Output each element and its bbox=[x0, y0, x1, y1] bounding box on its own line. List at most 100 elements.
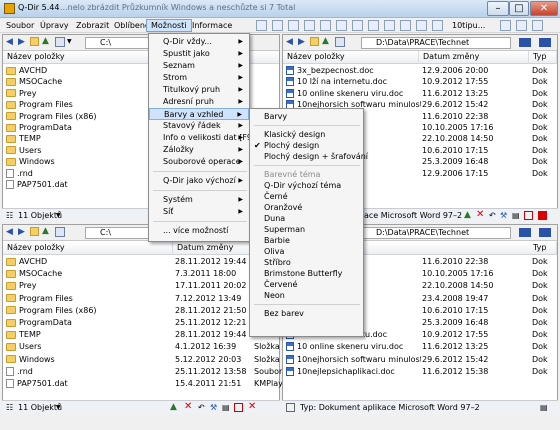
layout-icon[interactable] bbox=[432, 20, 443, 31]
up-icon[interactable]: ▲ bbox=[464, 209, 471, 222]
menu-item[interactable]: Neon bbox=[250, 290, 363, 302]
layout-icon[interactable] bbox=[320, 20, 331, 31]
close-pane-icon[interactable]: ✕ bbox=[248, 400, 256, 413]
list-item[interactable]: 3x_bezpecnost.doc 12.9.2006 20:00 Dok bbox=[283, 65, 557, 76]
chevron-down-icon[interactable]: ▼ bbox=[67, 38, 72, 45]
layout-icon[interactable] bbox=[288, 20, 299, 31]
checkbox-icon[interactable] bbox=[286, 403, 295, 412]
menu-item[interactable]: Strom ▶ bbox=[149, 72, 249, 84]
list-item[interactable]: AVCHD28.11.2012 19:44Složka so bbox=[3, 256, 291, 267]
layout-icon[interactable] bbox=[272, 20, 283, 31]
delete-icon[interactable]: ✕ bbox=[476, 208, 484, 221]
menu-item[interactable]: Síť ▶ bbox=[149, 206, 249, 218]
path-input[interactable]: C:\ bbox=[85, 37, 150, 49]
properties-icon[interactable]: ▤ bbox=[512, 209, 520, 222]
chevron-down-icon[interactable]: ▼ bbox=[56, 401, 61, 414]
view-icon[interactable] bbox=[55, 37, 65, 47]
view-icon[interactable] bbox=[55, 227, 65, 237]
quick-folder[interactable]: 10tipu... bbox=[448, 19, 489, 32]
undo-icon[interactable]: ↶ bbox=[198, 401, 205, 414]
menu-item[interactable]: Stavový řádek ▶ bbox=[149, 120, 249, 132]
layout-icon[interactable] bbox=[304, 20, 315, 31]
column-name[interactable]: Název položky bbox=[3, 242, 173, 255]
properties-icon[interactable]: ▤ bbox=[540, 401, 548, 414]
stop-icon[interactable] bbox=[234, 403, 243, 412]
menu-item[interactable]: Q-Dir jako výchozí ▶ bbox=[149, 175, 249, 187]
menu-item[interactable]: ... více možností bbox=[149, 225, 249, 237]
layout-icon[interactable] bbox=[532, 20, 543, 31]
column-name[interactable]: Název položky bbox=[3, 51, 163, 64]
menu-item[interactable]: Plochý design + šrafování bbox=[250, 151, 368, 163]
chevron-down-icon[interactable]: ▼ bbox=[56, 209, 61, 222]
list-item[interactable]: 10 online skeneru viru.doc 11.6.2012 13:2… bbox=[283, 88, 557, 99]
back-icon[interactable]: ◀ bbox=[6, 37, 13, 47]
column-type[interactable]: Typ bbox=[529, 242, 557, 255]
menu-item[interactable]: Systém ▶ bbox=[149, 194, 249, 206]
maximize-button[interactable]: □ bbox=[509, 1, 529, 16]
close-pane-icon[interactable] bbox=[538, 211, 547, 220]
folder-up-icon[interactable] bbox=[310, 37, 319, 46]
properties-icon[interactable]: ▤ bbox=[222, 401, 230, 414]
list-item[interactable]: 10nejhorsich softwaru minulosti.doc29.6.… bbox=[283, 354, 557, 365]
list-item[interactable]: Program Files7.12.2012 13:49Složka so bbox=[3, 293, 291, 304]
list-item[interactable]: 10nejlepsichaplikaci.doc 11.6.2012 15:38 D… bbox=[283, 366, 557, 377]
menu-item[interactable]: Spustit jako ▶ bbox=[149, 48, 249, 60]
list-item[interactable]: TEMP28.11.2012 19:44Složka so bbox=[3, 329, 291, 340]
up-icon[interactable]: ▲ bbox=[170, 401, 177, 414]
view-mode-icon[interactable] bbox=[519, 228, 531, 237]
list-item[interactable]: PAP7501.dat 15.4.2011 21:51 KMPlayer bbox=[3, 378, 291, 389]
layout-icon[interactable] bbox=[368, 20, 379, 31]
path-input[interactable]: D:\Data\PRACE\Technet bbox=[361, 227, 511, 239]
menu-item[interactable]: Adresní pruh ▶ bbox=[149, 96, 249, 108]
list-item[interactable]: Users 4.1.2012 16:39 Složka so bbox=[3, 341, 291, 352]
view-mode-icon[interactable] bbox=[519, 38, 531, 47]
menu-upravy[interactable]: Úpravy bbox=[36, 19, 73, 32]
menu-item[interactable]: Souborové operace ▶ bbox=[149, 156, 249, 168]
up-icon[interactable]: ▲ bbox=[42, 36, 49, 46]
list-item[interactable]: Program Files (x86)28.11.2012 21:50Složk… bbox=[3, 305, 291, 316]
layout-icon[interactable] bbox=[500, 20, 511, 31]
menu-soubor[interactable]: Soubor bbox=[2, 19, 38, 32]
close-button[interactable]: ✕ bbox=[530, 1, 558, 16]
menu-item[interactable]: Titulkový pruh ▶ bbox=[149, 84, 249, 96]
layout-icon[interactable] bbox=[416, 20, 427, 31]
layout-icon[interactable] bbox=[516, 20, 527, 31]
menu-item[interactable]: Info o velikosti dat [F9] ▶ bbox=[149, 132, 255, 144]
undo-icon[interactable]: ↶ bbox=[489, 209, 496, 222]
menu-moznosti[interactable]: Možnosti bbox=[146, 19, 192, 32]
back-icon[interactable]: ◀ bbox=[286, 37, 293, 47]
forward-icon[interactable]: ▶ bbox=[18, 37, 25, 47]
layout-icon[interactable] bbox=[336, 20, 347, 31]
column-name[interactable]: Název položky bbox=[283, 51, 419, 64]
list-item[interactable]: ProgramData25.11.2012 12:21Složka so bbox=[3, 317, 291, 328]
path-input[interactable]: C:\ bbox=[85, 227, 150, 239]
list-item[interactable]: .rnd 25.11.2012 13:58 Soubor RI bbox=[3, 366, 293, 377]
view-mode-icon[interactable] bbox=[539, 38, 551, 47]
list-item[interactable]: Prey17.11.2011 20:02Složka so bbox=[3, 280, 291, 291]
menu-informace[interactable]: Informace bbox=[188, 19, 236, 32]
menu-item[interactable]: Barvy a vzhled ▶ bbox=[149, 108, 249, 120]
back-icon[interactable]: ◀ bbox=[6, 227, 13, 237]
delete-icon[interactable]: ✕ bbox=[184, 400, 192, 413]
forward-icon[interactable]: ▶ bbox=[298, 37, 305, 47]
up-icon[interactable]: ▲ bbox=[322, 36, 329, 46]
list-item[interactable]: 10 online skeneru viru.doc 11.6.2012 13:2… bbox=[283, 341, 557, 352]
menu-item[interactable]: Seznam ▶ bbox=[149, 60, 249, 72]
tools-icon[interactable]: ⚒ bbox=[210, 401, 217, 414]
folder-up-icon[interactable] bbox=[30, 37, 39, 46]
path-input[interactable]: D:\Data\PRACE\Technet bbox=[361, 37, 511, 49]
layout-icon[interactable] bbox=[384, 20, 395, 31]
column-date[interactable]: Datum změny bbox=[173, 242, 251, 255]
menu-item[interactable]: Barvy bbox=[250, 111, 363, 123]
folder-up-icon[interactable] bbox=[30, 227, 39, 236]
up-icon[interactable]: ▲ bbox=[42, 226, 49, 236]
layout-icon[interactable] bbox=[256, 20, 267, 31]
menu-item[interactable]: Záložky ▶ bbox=[149, 144, 249, 156]
view-icon[interactable] bbox=[335, 37, 345, 47]
column-type[interactable]: Typ bbox=[529, 51, 557, 64]
layout-icon[interactable] bbox=[400, 20, 411, 31]
stop-icon[interactable] bbox=[524, 211, 533, 220]
layout-icon[interactable] bbox=[352, 20, 363, 31]
list-item[interactable]: 10 lží na internetu.doc 10.9.2012 17:55 Do… bbox=[283, 76, 557, 87]
column-date[interactable]: Datum změny bbox=[419, 51, 529, 64]
